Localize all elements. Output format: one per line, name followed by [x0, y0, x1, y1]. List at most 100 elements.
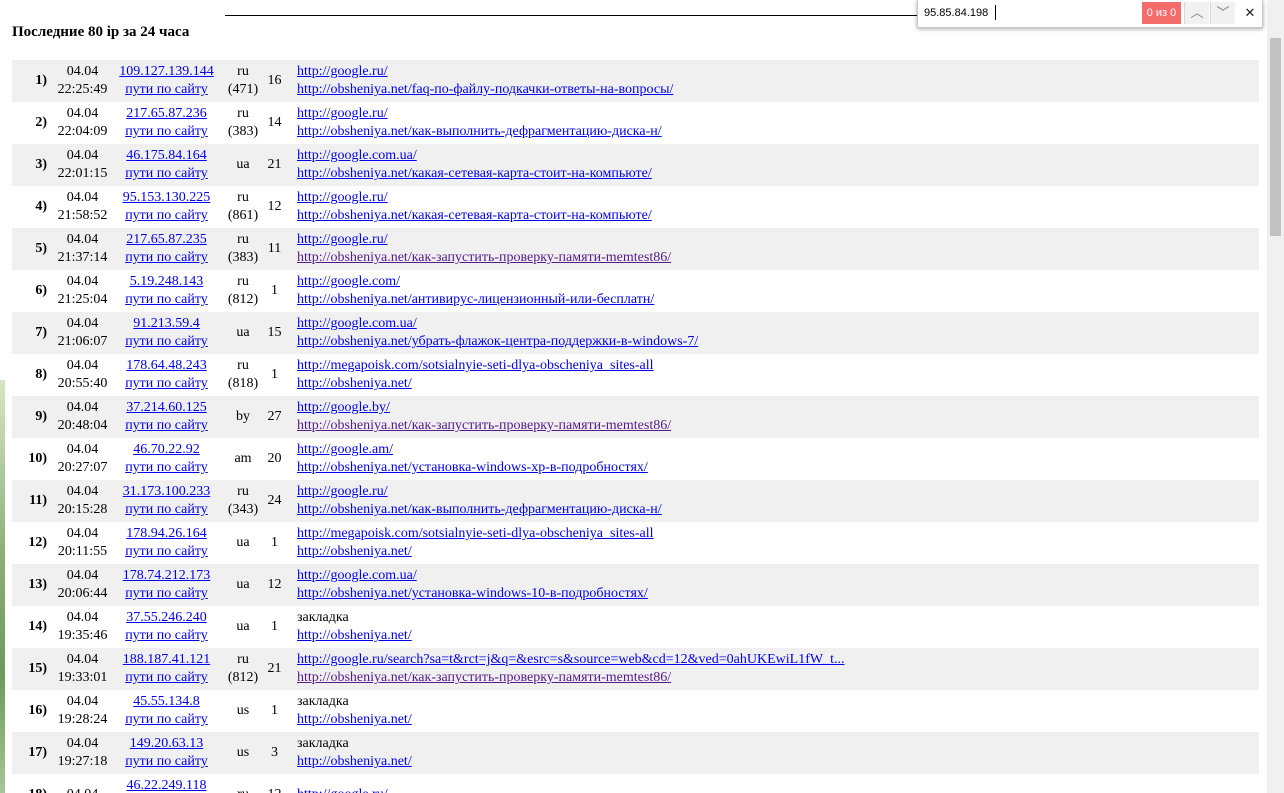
referrer-link[interactable]: http://google.ru/ [297, 231, 1259, 249]
landing-page-link[interactable]: http://obsheniya.net/ [297, 543, 1259, 561]
landing-page-link[interactable]: http://obsheniya.net/как-запустить-прове… [297, 249, 1259, 267]
ip-address-link[interactable]: 217.65.87.235 [110, 231, 223, 249]
site-paths-link[interactable]: пути по сайту [110, 501, 223, 519]
site-paths-link[interactable]: пути по сайту [110, 543, 223, 561]
ip-address-link[interactable]: 91.213.59.4 [110, 315, 223, 333]
row-number-cell: 3) [12, 144, 55, 186]
landing-page-link[interactable]: http://obsheniya.net/установка-windows-1… [297, 585, 1259, 603]
site-paths-link[interactable]: пути по сайту [110, 165, 223, 183]
ip-address-link[interactable]: 46.22.249.118 [110, 777, 223, 793]
ip-cell: 178.64.48.243 пути по сайту [110, 354, 223, 396]
visit-date: 04.04 [66, 736, 99, 751]
page-count-cell: 11 [263, 228, 286, 270]
referrer-link[interactable]: http://google.ru/ [297, 786, 1259, 793]
page-count-cell: 16 [263, 60, 286, 102]
ip-address-link[interactable]: 46.175.84.164 [110, 147, 223, 165]
landing-page-link[interactable]: http://obsheniya.net/ [297, 375, 1259, 393]
referrer-link[interactable]: http://google.ru/search?sa=t&rct=j&q=&es… [297, 651, 1259, 669]
landing-page-link[interactable]: http://obsheniya.net/установка-windows-x… [297, 459, 1259, 477]
ip-address-link[interactable]: 178.74.212.173 [110, 567, 223, 585]
referrer-link[interactable]: http://google.ru/ [297, 105, 1259, 123]
find-input[interactable] [921, 3, 1143, 23]
referrer-link[interactable]: http://google.ru/ [297, 63, 1259, 81]
site-paths-link[interactable]: пути по сайту [110, 207, 223, 225]
country-code: ru [237, 106, 249, 121]
landing-page-link[interactable]: http://obsheniya.net/ [297, 753, 1259, 771]
ip-address-link[interactable]: 149.20.63.13 [110, 735, 223, 753]
site-paths-link[interactable]: пути по сайту [110, 711, 223, 729]
referrer-link[interactable]: http://megapoisk.com/sotsialnyie-seti-dl… [297, 525, 1259, 543]
row-number-cell: 17) [12, 732, 55, 774]
site-paths-link[interactable]: пути по сайту [110, 669, 223, 687]
ip-address-link[interactable]: 37.214.60.125 [110, 399, 223, 417]
country-cell: ua [223, 606, 263, 648]
referrer-link[interactable]: http://google.com.ua/ [297, 315, 1259, 333]
referrer-link[interactable]: http://google.com/ [297, 273, 1259, 291]
site-paths-link[interactable]: пути по сайту [110, 249, 223, 267]
row-number-cell: 5) [12, 228, 55, 270]
ip-address-link[interactable]: 188.187.41.121 [110, 651, 223, 669]
referrer-link[interactable]: http://google.ru/ [297, 189, 1259, 207]
country-code: am [234, 451, 252, 466]
scrollbar-thumb[interactable] [1270, 38, 1281, 236]
referrer-cell: http://google.com.ua/http://obsheniya.ne… [286, 144, 1259, 186]
vertical-scrollbar[interactable] [1267, 0, 1284, 793]
visitor-log-table: 1) 04.04 22:25:49 109.127.139.144 пути по са… [12, 60, 1259, 793]
landing-page-link[interactable]: http://obsheniya.net/какая-сетевая-карта… [297, 165, 1259, 183]
ip-address-link[interactable]: 46.70.22.92 [110, 441, 223, 459]
ip-address-link[interactable]: 178.94.26.164 [110, 525, 223, 543]
site-paths-link[interactable]: пути по сайту [110, 123, 223, 141]
landing-page-link[interactable]: http://obsheniya.net/как-выполнить-дефра… [297, 123, 1259, 141]
referrer-link[interactable]: http://google.am/ [297, 441, 1259, 459]
find-previous-button[interactable]: ︿ [1184, 2, 1209, 24]
country-cell: ru (343) [223, 480, 263, 522]
site-paths-link[interactable]: пути по сайту [110, 417, 223, 435]
site-paths-link[interactable]: пути по сайту [110, 291, 223, 309]
ip-address-link[interactable]: 109.127.139.144 [110, 63, 223, 81]
referrer-link[interactable]: http://google.com.ua/ [297, 147, 1259, 165]
site-paths-link[interactable]: пути по сайту [110, 627, 223, 645]
ip-address-link[interactable]: 95.153.130.225 [110, 189, 223, 207]
visit-date: 04.04 [66, 316, 99, 331]
page-count-cell: 15 [263, 312, 286, 354]
visit-time: 22:04:09 [57, 124, 108, 139]
referrer-link[interactable]: http://google.by/ [297, 399, 1259, 417]
site-paths-link[interactable]: пути по сайту [110, 459, 223, 477]
landing-page-link[interactable]: http://obsheniya.net/антивирус-лицензион… [297, 291, 1259, 309]
landing-page-link[interactable]: http://obsheniya.net/как-запустить-прове… [297, 669, 1259, 687]
page-count-cell: 12 [263, 564, 286, 606]
ip-address-link[interactable]: 178.64.48.243 [110, 357, 223, 375]
site-paths-link[interactable]: пути по сайту [110, 375, 223, 393]
site-paths-link[interactable]: пути по сайту [110, 585, 223, 603]
page-count-cell: 14 [263, 102, 286, 144]
landing-page-link[interactable]: http://obsheniya.net/faq-по-файлу-подкач… [297, 81, 1259, 99]
ip-address-link[interactable]: 5.19.248.143 [110, 273, 223, 291]
landing-page-link[interactable]: http://obsheniya.net/как-запустить-прове… [297, 417, 1259, 435]
country-code: ru [223, 786, 263, 793]
ip-address-link[interactable]: 217.65.87.236 [110, 105, 223, 123]
find-close-button[interactable]: ✕ [1238, 2, 1262, 24]
visit-time: 21:06:07 [57, 334, 108, 349]
site-paths-link[interactable]: пути по сайту [110, 753, 223, 771]
referrer-link[interactable]: http://google.ru/ [297, 483, 1259, 501]
referrer-link[interactable]: http://google.com.ua/ [297, 567, 1259, 585]
country-code: ru [237, 64, 249, 79]
find-next-button[interactable]: ﹀ [1210, 2, 1235, 24]
landing-page-link[interactable]: http://obsheniya.net/какая-сетевая-карта… [297, 207, 1259, 225]
landing-page-link[interactable]: http://obsheniya.net/как-выполнить-дефра… [297, 501, 1259, 519]
row-number-cell: 12) [12, 522, 55, 564]
ip-address-link[interactable]: 31.173.100.233 [110, 483, 223, 501]
landing-page-link[interactable]: http://obsheniya.net/убрать-флажок-центр… [297, 333, 1259, 351]
landing-page-link[interactable]: http://obsheniya.net/ [297, 711, 1259, 729]
visit-date: 04.04 [66, 694, 99, 709]
row-number-cell: 2) [12, 102, 55, 144]
landing-page-link[interactable]: http://obsheniya.net/ [297, 627, 1259, 645]
site-paths-link[interactable]: пути по сайту [110, 81, 223, 99]
site-paths-link[interactable]: пути по сайту [110, 333, 223, 351]
ip-address-link[interactable]: 37.55.246.240 [110, 609, 223, 627]
referrer-link[interactable]: http://megapoisk.com/sotsialnyie-seti-dl… [297, 357, 1259, 375]
row-number-cell: 4) [12, 186, 55, 228]
row-number: 15) [28, 661, 47, 676]
ip-address-link[interactable]: 45.55.134.8 [110, 693, 223, 711]
datetime-cell: 04.04 19:33:01 [55, 648, 110, 690]
